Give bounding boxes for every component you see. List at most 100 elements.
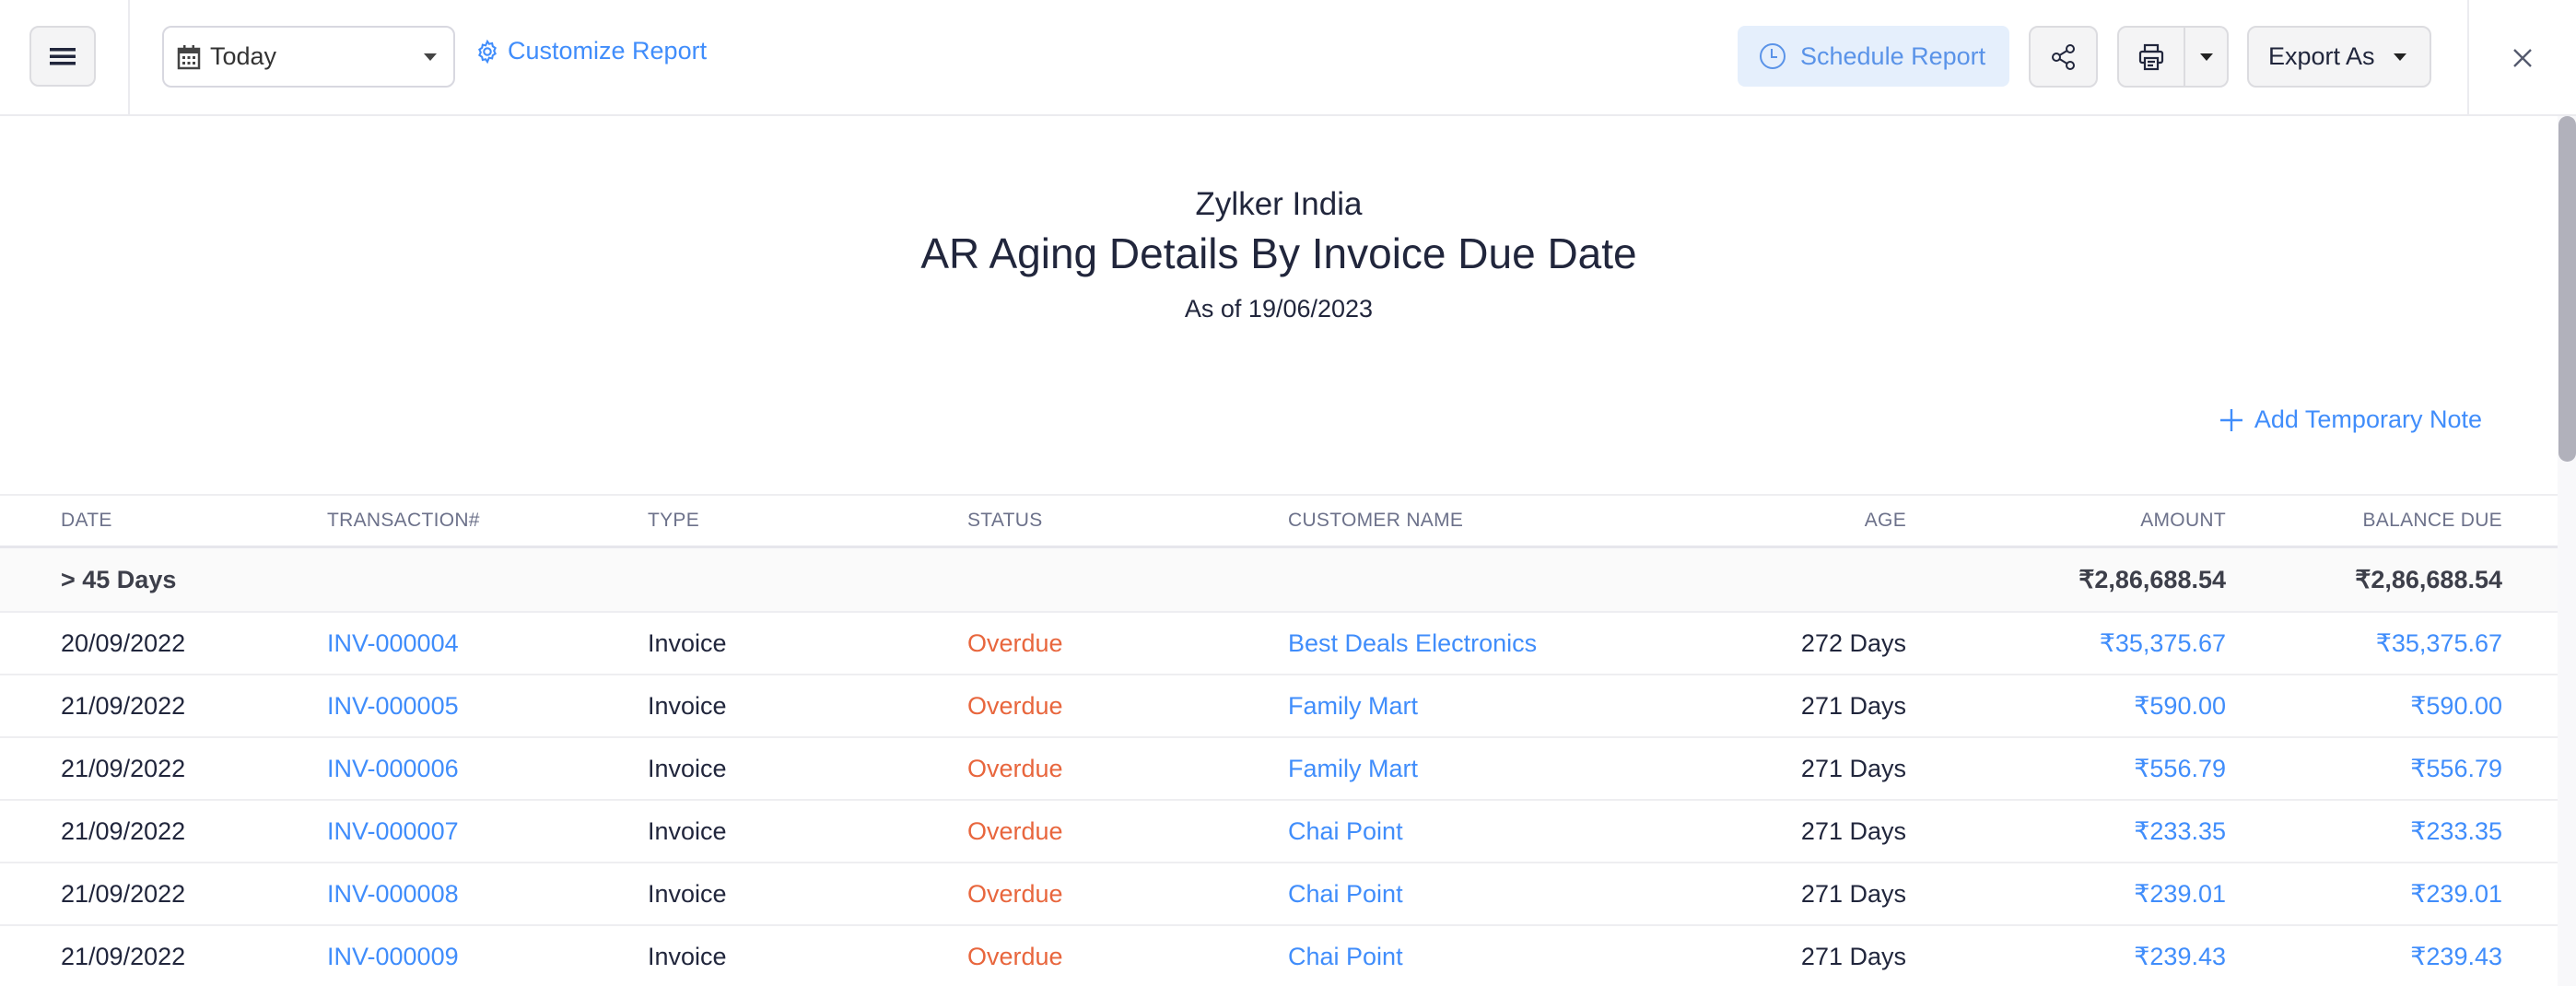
cell-age: 271 Days [1800, 816, 1906, 845]
close-icon [2513, 49, 2532, 67]
amount-link[interactable]: ₹233.35 [2134, 801, 2226, 862]
amount-link[interactable]: ₹239.01 [2134, 863, 2226, 924]
table-row: 21/09/2022 INV-000007 Invoice Overdue Ch… [0, 801, 2558, 863]
report-title: AR Aging Details By Invoice Due Date [920, 229, 1637, 277]
transaction-link[interactable]: INV-000004 [327, 613, 459, 674]
sidebar-toggle-cell [0, 0, 130, 116]
transaction-link[interactable]: INV-000005 [327, 675, 459, 736]
column-header-amount[interactable]: AMOUNT [2140, 496, 2226, 546]
customize-report-label: Customize Report [508, 37, 708, 65]
customer-link[interactable]: Family Mart [1288, 738, 1418, 799]
column-header-status[interactable]: STATUS [967, 496, 1043, 546]
amount-link[interactable]: ₹590.00 [2134, 675, 2226, 736]
table-row: 21/09/2022 INV-000008 Invoice Overdue Ch… [0, 863, 2558, 926]
cell-date: 21/09/2022 [61, 879, 186, 908]
print-options-dropdown[interactable] [2185, 28, 2227, 86]
organization-name: Zylker India [1195, 186, 1363, 222]
cell-type: Invoice [648, 754, 727, 782]
status-badge: Overdue [967, 816, 1063, 845]
group-label: > 45 Days [61, 565, 177, 593]
amount-link[interactable]: ₹556.79 [2134, 738, 2226, 799]
chevron-down-icon [424, 53, 437, 61]
table-row: 21/09/2022 INV-000009 Invoice Overdue Ch… [0, 926, 2558, 986]
clock-icon [1760, 43, 1786, 69]
cell-type: Invoice [648, 816, 727, 845]
customer-link[interactable]: Chai Point [1288, 863, 1403, 924]
balance-due-link[interactable]: ₹556.79 [2410, 738, 2502, 799]
report-as-of-date: As of 19/06/2023 [1184, 295, 1374, 323]
cell-type: Invoice [648, 879, 727, 908]
balance-due-link[interactable]: ₹239.43 [2410, 926, 2502, 986]
cell-date: 21/09/2022 [61, 754, 186, 782]
share-button[interactable] [2029, 26, 2098, 88]
add-temporary-note-button[interactable]: Add Temporary Note [2219, 405, 2482, 434]
transaction-link[interactable]: INV-000007 [327, 801, 459, 862]
status-badge: Overdue [967, 691, 1063, 720]
cell-date: 20/09/2022 [61, 628, 186, 657]
caret-down-icon [2199, 53, 2213, 61]
print-button[interactable] [2119, 28, 2185, 86]
menu-button[interactable] [29, 26, 96, 87]
amount-link[interactable]: ₹239.43 [2134, 926, 2226, 986]
cell-date: 21/09/2022 [61, 942, 186, 970]
share-icon [2051, 43, 2075, 70]
cell-type: Invoice [648, 628, 727, 657]
cell-age: 271 Days [1800, 942, 1906, 970]
schedule-report-label: Schedule Report [1800, 41, 1986, 70]
table-header-row: DATE TRANSACTION# TYPE STATUS CUSTOMER N… [0, 494, 2558, 548]
close-button[interactable] [2467, 0, 2576, 116]
status-badge: Overdue [967, 942, 1063, 970]
transaction-link[interactable]: INV-000008 [327, 863, 459, 924]
balance-due-link[interactable]: ₹233.35 [2410, 801, 2502, 862]
cell-age: 271 Days [1800, 754, 1906, 782]
customer-link[interactable]: Best Deals Electronics [1288, 613, 1537, 674]
group-balance-due-total: ₹2,86,688.54 [2355, 565, 2502, 593]
add-temporary-note-label: Add Temporary Note [2254, 405, 2482, 433]
balance-due-link[interactable]: ₹590.00 [2410, 675, 2502, 736]
cell-type: Invoice [648, 942, 727, 970]
cell-age: 271 Days [1800, 691, 1906, 720]
balance-due-link[interactable]: ₹35,375.67 [2376, 613, 2502, 674]
customize-report-button[interactable]: Customize Report [474, 37, 707, 65]
date-range-value: Today [210, 42, 277, 70]
customer-link[interactable]: Family Mart [1288, 675, 1418, 736]
calendar-icon [177, 44, 201, 69]
customer-link[interactable]: Chai Point [1288, 801, 1403, 862]
column-header-age[interactable]: AGE [1865, 496, 1906, 546]
print-button-group [2117, 26, 2229, 88]
export-as-button[interactable]: Export As [2247, 26, 2431, 88]
table-row: 21/09/2022 INV-000005 Invoice Overdue Fa… [0, 675, 2558, 738]
cell-type: Invoice [648, 691, 727, 720]
export-as-label: Export As [2268, 42, 2375, 70]
group-amount-total: ₹2,86,688.54 [2078, 565, 2226, 593]
cell-date: 21/09/2022 [61, 691, 186, 720]
balance-due-link[interactable]: ₹239.01 [2410, 863, 2502, 924]
column-header-type[interactable]: TYPE [648, 496, 699, 546]
customer-link[interactable]: Chai Point [1288, 926, 1403, 986]
cell-age: 272 Days [1800, 628, 1906, 657]
gear-icon [478, 39, 497, 64]
amount-link[interactable]: ₹35,375.67 [2100, 613, 2226, 674]
table-row: 20/09/2022 INV-000004 Invoice Overdue Be… [0, 613, 2558, 675]
table-row: 21/09/2022 INV-000006 Invoice Overdue Fa… [0, 738, 2558, 801]
date-range-select[interactable]: Today [162, 26, 455, 88]
status-badge: Overdue [967, 879, 1063, 908]
report-toolbar: Today Customize Report Schedule Report E… [0, 0, 2576, 116]
cell-date: 21/09/2022 [61, 816, 186, 845]
aging-details-table: DATE TRANSACTION# TYPE STATUS CUSTOMER N… [0, 494, 2558, 986]
column-header-balance-due[interactable]: BALANCE DUE [2362, 496, 2502, 546]
column-header-date[interactable]: DATE [61, 496, 112, 546]
status-badge: Overdue [967, 754, 1063, 782]
column-header-transaction[interactable]: TRANSACTION# [327, 496, 480, 546]
cell-age: 271 Days [1800, 879, 1906, 908]
transaction-link[interactable]: INV-000006 [327, 738, 459, 799]
transaction-link[interactable]: INV-000009 [327, 926, 459, 986]
schedule-report-button[interactable]: Schedule Report [1738, 26, 2009, 87]
column-header-customer-name[interactable]: CUSTOMER NAME [1288, 496, 1463, 546]
plus-icon [2219, 408, 2242, 431]
group-row: > 45 Days ₹2,86,688.54 ₹2,86,688.54 [0, 548, 2558, 613]
caret-down-icon [2393, 53, 2406, 61]
printer-icon [2138, 43, 2164, 70]
scrollbar-thumb[interactable] [2558, 116, 2576, 462]
status-badge: Overdue [967, 628, 1063, 657]
